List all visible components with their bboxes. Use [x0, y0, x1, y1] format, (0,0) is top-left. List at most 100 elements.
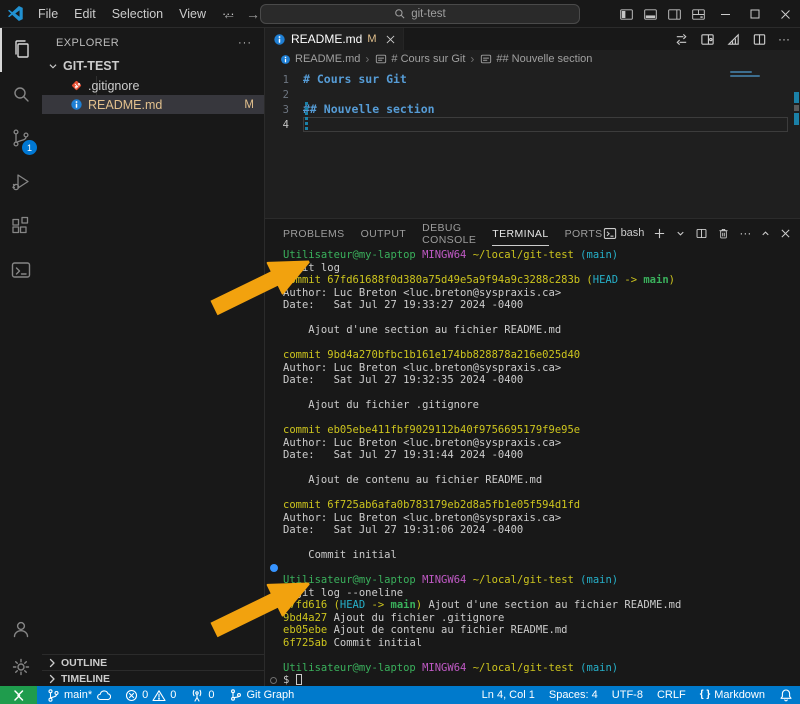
kill-terminal-icon[interactable] — [717, 227, 730, 240]
open-preview-side-icon[interactable] — [700, 32, 715, 47]
terminal-line — [283, 462, 800, 475]
menu-selection[interactable]: Selection — [104, 4, 171, 24]
terminal-line: commit eb05ebe411fbf9029112b40f975669517… — [283, 424, 800, 437]
language-mode[interactable]: { }Markdown — [693, 686, 772, 704]
terminal-line: $ git log --oneline — [283, 587, 800, 600]
terminal-line: commit 67fd61688f0d380a75d49e5a9f94a9c32… — [283, 274, 800, 287]
section-outline[interactable]: OUTLINE — [42, 654, 264, 670]
terminal[interactable]: Utilisateur@my-laptop MINGW64 ~/local/gi… — [265, 247, 800, 686]
terminal-line: $ git log — [283, 262, 800, 275]
editor-more-actions-icon[interactable]: ··· — [778, 32, 790, 46]
search-input[interactable]: git-test — [260, 4, 580, 24]
folder-git-test[interactable]: GIT-TEST — [42, 56, 264, 76]
toggle-sidebar-icon[interactable] — [614, 7, 638, 22]
gitignore-icon — [70, 79, 83, 92]
activity-account[interactable] — [0, 610, 42, 648]
file-tree: .gitignore README.md M — [42, 76, 264, 114]
terminal-line: 6f725ab Commit initial — [283, 637, 800, 650]
info-icon — [280, 53, 291, 64]
activity-source-control[interactable]: 1 — [0, 116, 42, 160]
problems-status[interactable]: 00 — [118, 686, 183, 704]
customize-layout-icon[interactable] — [686, 7, 710, 22]
panel-header: PROBLEMSOUTPUTDEBUG CONSOLETERMINALPORTS… — [265, 219, 800, 247]
activity-search[interactable] — [0, 72, 42, 116]
activity-run-debug[interactable] — [0, 160, 42, 204]
terminal-line: Date: Sat Jul 27 19:31:06 2024 -0400 — [283, 524, 800, 537]
file-.gitignore[interactable]: .gitignore — [42, 76, 264, 95]
command-decoration-circle — [270, 677, 277, 684]
panel-more-actions-icon[interactable]: ··· — [739, 226, 751, 240]
terminal-line: Date: Sat Jul 27 19:32:35 2024 -0400 — [283, 374, 800, 387]
line-number: 4 — [265, 119, 303, 131]
activity-settings[interactable] — [0, 648, 42, 686]
breadcrumb-item[interactable]: ## Nouvelle section — [479, 52, 592, 66]
activity-explorer[interactable] — [0, 28, 42, 72]
panel-tab-problems[interactable]: PROBLEMS — [283, 221, 345, 245]
activity-extensions[interactable] — [0, 204, 42, 248]
terminal-line: Date: Sat Jul 27 19:31:44 2024 -0400 — [283, 449, 800, 462]
terminal-dropdown-icon[interactable] — [675, 228, 686, 239]
open-changes-icon[interactable] — [674, 32, 689, 47]
terminal-shell-item[interactable]: bash — [603, 227, 645, 240]
new-terminal-icon[interactable] — [653, 227, 666, 240]
editor[interactable]: 1 # Cours sur Git 2 3 ## Nouvelle sectio… — [265, 68, 800, 218]
terminal-line: Author: Luc Breton <luc.breton@syspraxis… — [283, 362, 800, 375]
panel-tab-terminal[interactable]: TERMINAL — [492, 221, 548, 246]
remote-indicator[interactable] — [0, 686, 37, 704]
tab-readme-md[interactable]: README.md M — [265, 28, 404, 50]
menu-view[interactable]: View — [171, 4, 214, 24]
terminal-icon — [603, 227, 617, 240]
git-graph-status[interactable]: Git Graph — [222, 686, 302, 704]
terminal-line: commit 6f725ab6afa0b783179eb2d8a5fb1e05f… — [283, 499, 800, 512]
close-tab-icon[interactable] — [386, 35, 395, 44]
split-editor-icon[interactable] — [752, 32, 767, 47]
explorer-sidebar: EXPLORER ··· GIT-TEST .gitignore README.… — [42, 28, 265, 686]
editor-line: 4 — [265, 117, 800, 132]
menu-file[interactable]: File — [30, 4, 66, 24]
terminal-line: 67fd616 (HEAD -> main) Ajout d'une secti… — [283, 599, 800, 612]
cursor-position[interactable]: Ln 4, Col 1 — [475, 686, 542, 704]
maximize-button[interactable] — [740, 0, 770, 28]
explorer-more-actions-icon[interactable]: ··· — [238, 37, 252, 49]
section-timeline[interactable]: TIMELINE — [42, 670, 264, 686]
breadcrumb-item[interactable]: README.md — [279, 53, 360, 66]
panel-tab-debug-console[interactable]: DEBUG CONSOLE — [422, 215, 476, 251]
close-panel-icon[interactable] — [780, 228, 791, 239]
encoding[interactable]: UTF-8 — [605, 686, 650, 704]
terminal-line: eb05ebe Ajout de contenu au fichier READ… — [283, 624, 800, 637]
toggle-panel-icon[interactable] — [638, 7, 662, 22]
file-README.md[interactable]: README.md M — [42, 95, 264, 114]
ports-status[interactable]: 0 — [183, 686, 221, 704]
close-window-button[interactable] — [770, 0, 800, 28]
line-number: 1 — [265, 74, 303, 86]
indentation[interactable]: Spaces: 4 — [542, 686, 605, 704]
minimize-button[interactable] — [710, 0, 740, 28]
search-icon — [394, 8, 406, 20]
breadcrumb: README.md›# Cours sur Git›## Nouvelle se… — [265, 50, 800, 68]
panel-tab-output[interactable]: OUTPUT — [361, 221, 407, 245]
titlebar: FileEditSelectionView··· ← → git-test — [0, 0, 800, 28]
activity-terminal[interactable] — [0, 248, 42, 292]
notifications[interactable] — [772, 686, 800, 704]
symbol-icon — [480, 53, 492, 65]
panel-tab-ports[interactable]: PORTS — [565, 221, 603, 245]
graph-icon — [229, 688, 243, 702]
maximize-panel-icon[interactable] — [760, 228, 771, 239]
sidebar-title: EXPLORER — [56, 37, 119, 49]
scm-badge: 1 — [22, 140, 37, 155]
split-terminal-icon[interactable] — [695, 227, 708, 240]
back-button[interactable]: ← — [222, 6, 236, 22]
branch-status[interactable]: main* — [39, 686, 118, 704]
terminal-line — [283, 312, 800, 325]
vscode-window: FileEditSelectionView··· ← → git-test 1 — [0, 0, 800, 704]
eol[interactable]: CRLF — [650, 686, 693, 704]
terminal-line: Commit initial — [283, 549, 800, 562]
forward-button[interactable]: → — [246, 6, 260, 22]
menu-edit[interactable]: Edit — [66, 4, 104, 24]
terminal-line: Ajout d'une section au fichier README.md — [283, 324, 800, 337]
breadcrumb-item[interactable]: # Cours sur Git — [374, 52, 465, 66]
toggle-secondary-sidebar-icon[interactable] — [662, 7, 686, 22]
terminal-line: commit 9bd4a270bfbc1b161e174bb828878a216… — [283, 349, 800, 362]
vscode-logo-icon — [0, 5, 30, 22]
markdown-preview-icon[interactable] — [726, 32, 741, 47]
